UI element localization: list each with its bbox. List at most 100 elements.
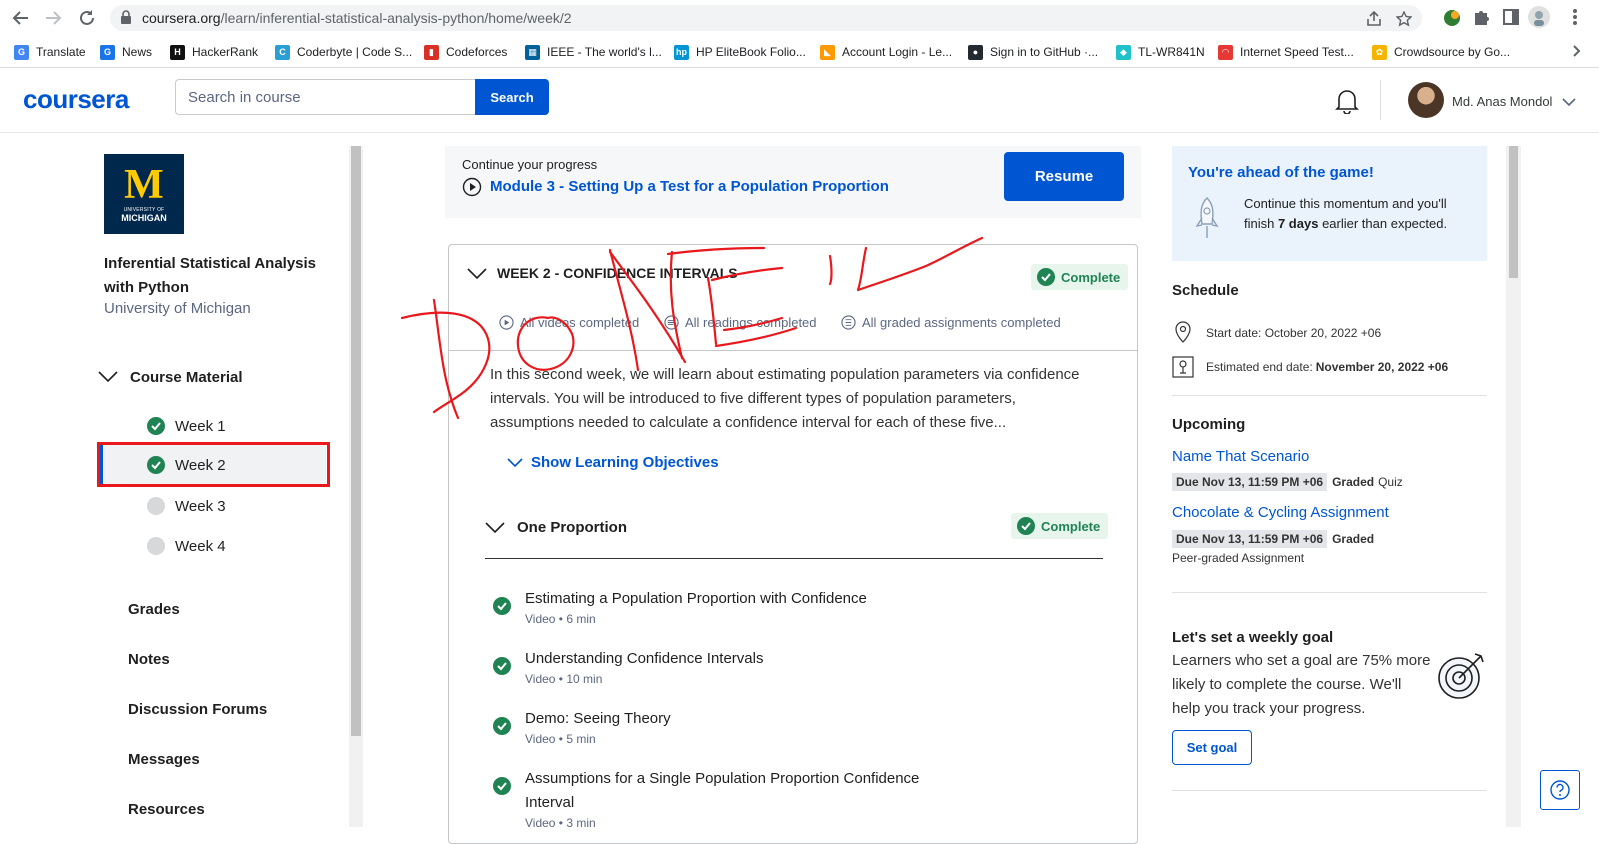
set-goal-button[interactable]: Set goal xyxy=(1172,730,1252,765)
back-icon[interactable] xyxy=(10,7,32,29)
item-title: Understanding Confidence Intervals xyxy=(525,650,764,667)
page-scrollbar[interactable] xyxy=(1506,146,1521,827)
sidebar-item-week-4[interactable]: Week 4 xyxy=(100,526,326,566)
star-icon[interactable] xyxy=(1395,10,1413,32)
bookmark-tplink[interactable]: ◆ TL-WR841N xyxy=(1116,42,1205,62)
reload-icon[interactable] xyxy=(76,7,98,29)
university-logo: M UNIVERSITY OF MICHIGAN xyxy=(104,154,184,234)
bookmark-github[interactable]: ● Sign in to GitHub ·... xyxy=(968,42,1098,62)
item-meta: Video • 3 min xyxy=(525,816,596,830)
url-text: coursera.org/learn/inferential-statistic… xyxy=(142,10,572,26)
red-highlight-box xyxy=(97,442,330,487)
bell-icon[interactable] xyxy=(1335,88,1359,119)
sidebar-item-notes[interactable]: Notes xyxy=(128,651,170,668)
user-name[interactable]: Md. Anas Mondol xyxy=(1452,94,1552,109)
upcoming-kind: Peer-graded Assignment xyxy=(1172,551,1305,565)
lesson-header[interactable]: One Proportion Complete xyxy=(485,513,1109,559)
bookmark-hp[interactable]: hp HP EliteBook Folio... xyxy=(674,42,806,62)
item-meta: Video • 10 min xyxy=(525,672,603,686)
lock-icon xyxy=(120,10,132,29)
site-header: coursera Search Md. Anas Mondol xyxy=(0,68,1599,133)
browser-menu-icon[interactable] xyxy=(1572,8,1578,31)
course-title[interactable]: Inferential Statistical Analysis with Py… xyxy=(104,252,324,300)
bookmark-translate[interactable]: G Translate xyxy=(14,42,86,62)
flag-box-icon xyxy=(1172,356,1194,378)
upcoming-meta: Due Nov 13, 11:59 PM +06 Graded Quiz xyxy=(1172,473,1403,491)
divider xyxy=(1172,790,1487,791)
sidebar-item-week-1[interactable]: Week 1 xyxy=(100,406,326,446)
sidebar-scrollbar[interactable] xyxy=(349,146,363,827)
extension-globe-icon[interactable] xyxy=(1442,8,1462,33)
bookmarks-overflow-icon[interactable] xyxy=(1572,44,1582,63)
upcoming-link-name-that-scenario[interactable]: Name That Scenario xyxy=(1172,448,1309,465)
check-circle-icon xyxy=(147,417,165,435)
bookmark-label: Codeforces xyxy=(446,45,508,59)
side-panel-icon[interactable] xyxy=(1502,8,1520,31)
play-circle-icon xyxy=(462,177,482,202)
bookmark-label: News xyxy=(122,45,153,59)
item-title: Estimating a Population Proportion with … xyxy=(525,590,867,607)
forward-icon[interactable] xyxy=(42,7,64,29)
sidebar-item-discussion-forums[interactable]: Discussion Forums xyxy=(128,701,267,718)
extensions-puzzle-icon[interactable] xyxy=(1472,8,1490,31)
sidebar-item-grades[interactable]: Grades xyxy=(128,601,180,618)
ahead-of-game-card: You're ahead of the game! Continue this … xyxy=(1172,146,1487,261)
tplink-icon: ◆ xyxy=(1116,44,1131,60)
chevron-down-icon[interactable] xyxy=(1562,94,1576,112)
upcoming-link-chocolate-cycling[interactable]: Chocolate & Cycling Assignment xyxy=(1172,504,1389,521)
url-host: coursera.org xyxy=(142,10,221,26)
stat-graded: All graded assignments completed xyxy=(841,315,1061,330)
list-item[interactable]: Estimating a Population Proportion with … xyxy=(493,587,1053,637)
resume-button[interactable]: Resume xyxy=(1004,152,1124,201)
bookmark-coderbyte[interactable]: C Coderbyte | Code S... xyxy=(275,42,412,62)
week-card: WEEK 2 - CONFIDENCE INTERVALS Complete A… xyxy=(448,244,1138,844)
chevron-down-icon[interactable] xyxy=(467,267,487,285)
search-input[interactable] xyxy=(175,79,476,115)
sidebar-item-messages[interactable]: Messages xyxy=(128,751,200,768)
bookmark-hackerrank[interactable]: H HackerRank xyxy=(170,42,258,62)
bookmark-account-login[interactable]: ◣ Account Login - Le... xyxy=(820,42,952,62)
logo-line2: MICHIGAN xyxy=(121,213,167,223)
help-button[interactable] xyxy=(1540,770,1580,810)
search-button[interactable]: Search xyxy=(475,79,549,115)
bookmark-label: Crowdsource by Go... xyxy=(1394,45,1511,59)
bookmark-label: Coderbyte | Code S... xyxy=(297,45,413,59)
list-item[interactable]: Demo: Seeing Theory Video • 5 min xyxy=(493,707,1053,757)
course-material-toggle[interactable]: Course Material xyxy=(98,365,243,389)
scrollbar-thumb[interactable] xyxy=(351,146,361,736)
status-badge: Complete xyxy=(1031,264,1129,290)
ieee-icon: ▦ xyxy=(525,44,540,60)
list-item[interactable]: Understanding Confidence Intervals Video… xyxy=(493,647,1053,697)
list-item[interactable]: Assumptions for a Single Population Prop… xyxy=(493,767,1053,830)
address-bar[interactable]: coursera.org/learn/inferential-statistic… xyxy=(110,5,1422,31)
lesson-title: One Proportion xyxy=(517,519,627,536)
empty-circle-icon xyxy=(147,537,165,555)
coursera-logo[interactable]: coursera xyxy=(23,84,129,115)
check-circle-icon xyxy=(1037,268,1055,286)
chevron-down-icon xyxy=(485,521,505,539)
bookmark-label: IEEE - The world's l... xyxy=(547,45,662,59)
sidebar-item-resources[interactable]: Resources xyxy=(128,801,205,818)
bookmark-crowdsource[interactable]: ✿ Crowdsource by Go... xyxy=(1372,42,1510,62)
bookmark-speedtest[interactable]: ◠ Internet Speed Test... xyxy=(1218,42,1354,62)
progress-module-link[interactable]: Module 3 - Setting Up a Test for a Popul… xyxy=(490,178,889,195)
bookmark-news[interactable]: G News xyxy=(100,42,152,62)
divider xyxy=(1172,592,1487,593)
bookmark-codeforces[interactable]: ▮ Codeforces xyxy=(424,42,507,62)
bookmark-label: Translate xyxy=(36,45,86,59)
stat-label: All readings completed xyxy=(685,315,817,330)
week-label: Week 1 xyxy=(175,417,226,435)
bookmark-ieee[interactable]: ▦ IEEE - The world's l... xyxy=(525,42,662,62)
bookmarks-bar: G Translate G News H HackerRank C Coderbyte … xyxy=(0,36,1599,68)
avatar[interactable] xyxy=(1408,82,1444,118)
check-circle-icon xyxy=(493,777,511,795)
crowdsource-icon: ✿ xyxy=(1372,44,1387,60)
graded-label: Graded xyxy=(1332,475,1375,489)
share-icon[interactable] xyxy=(1366,10,1382,32)
scrollbar-thumb[interactable] xyxy=(1509,146,1518,278)
bookmark-label: Internet Speed Test... xyxy=(1240,45,1354,59)
sidebar-item-week-3[interactable]: Week 3 xyxy=(100,486,326,526)
start-date: Start date: October 20, 2022 +06 xyxy=(1206,326,1382,340)
show-learning-objectives-button[interactable]: Show Learning Objectives xyxy=(507,454,719,471)
profile-avatar-icon[interactable] xyxy=(1528,6,1550,33)
